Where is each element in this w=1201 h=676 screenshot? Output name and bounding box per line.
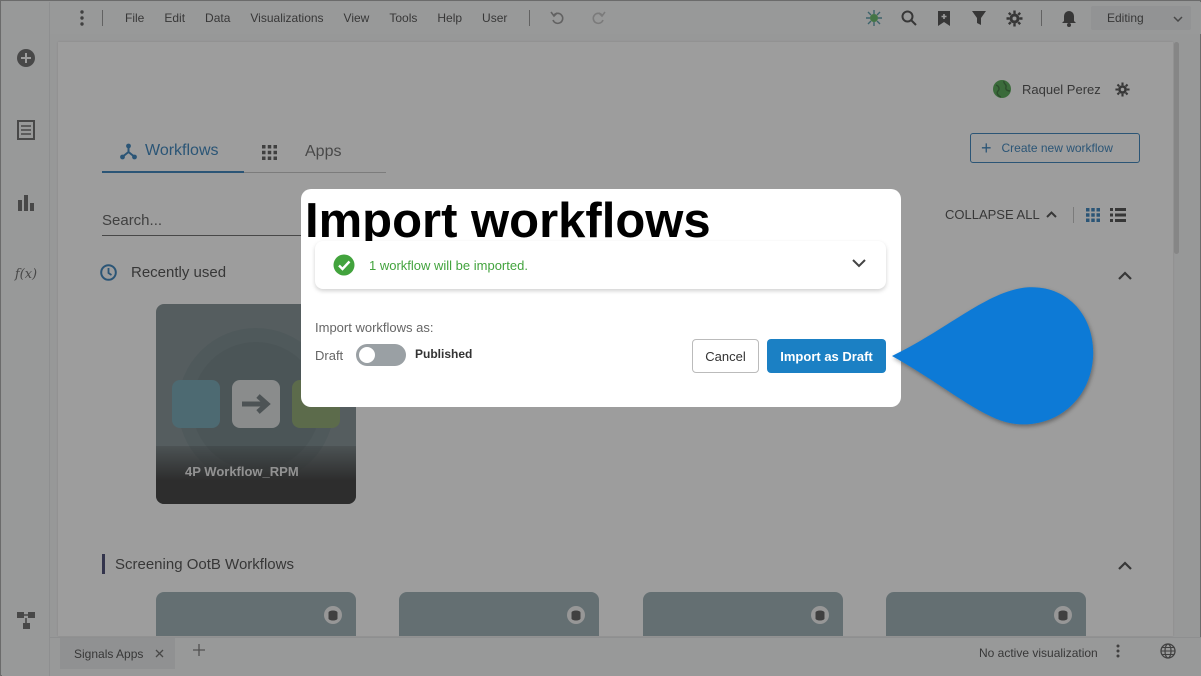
toggle-knob <box>359 347 375 363</box>
import-summary-panel[interactable]: 1 workflow will be imported. <box>315 241 886 289</box>
chevron-down-icon[interactable] <box>852 255 866 273</box>
cancel-button[interactable]: Cancel <box>692 339 759 373</box>
published-label: Published <box>415 347 473 361</box>
import-workflows-dialog: Import workflows 1 workflow will be impo… <box>301 189 901 407</box>
publish-toggle[interactable] <box>356 344 406 366</box>
import-as-label: Import workflows as: <box>315 320 434 335</box>
import-summary-text: 1 workflow will be imported. <box>369 257 528 273</box>
import-as-draft-button[interactable]: Import as Draft <box>767 339 886 373</box>
callout-pointer-icon <box>892 287 1094 425</box>
check-circle-icon <box>333 254 355 276</box>
draft-label: Draft <box>315 348 344 363</box>
